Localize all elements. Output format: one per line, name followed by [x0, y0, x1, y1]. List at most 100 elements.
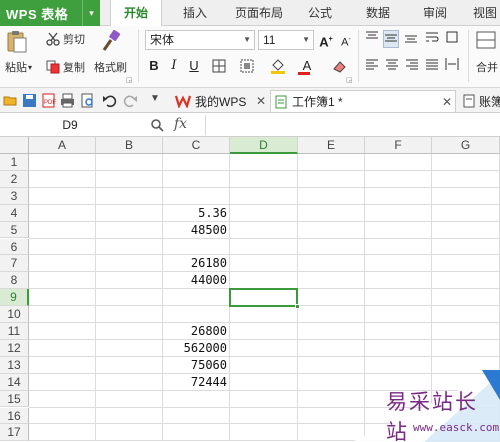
borders-button[interactable] [207, 57, 231, 75]
name-box[interactable]: D9 [0, 115, 140, 135]
close-icon[interactable]: ✕ [442, 95, 452, 109]
row-header-6[interactable]: 6 [0, 238, 29, 256]
select-all-corner[interactable] [0, 137, 29, 154]
align-left-button[interactable] [364, 57, 380, 75]
row-header-12[interactable]: 12 [0, 339, 29, 357]
cell-c8[interactable]: 44000 [163, 272, 230, 289]
italic-button[interactable]: I [166, 57, 182, 75]
justify-button[interactable] [424, 57, 440, 75]
cut-button[interactable]: 剪切 [46, 31, 85, 47]
row-header-1[interactable]: 1 [0, 154, 29, 171]
tab-formulas[interactable]: 公式 [298, 0, 342, 26]
distributed-button[interactable] [444, 57, 460, 75]
print-preview-icon[interactable] [80, 93, 95, 108]
chevron-down-icon: ▼ [243, 35, 251, 44]
paste-menu-button[interactable]: 粘贴 ▾ [5, 59, 32, 75]
column-header-g[interactable]: G [432, 137, 500, 154]
tab-home[interactable]: 开始 [110, 0, 162, 27]
tab-view[interactable]: 视图 [470, 0, 500, 26]
shrink-font-button[interactable]: A- [338, 31, 354, 49]
fx-icon[interactable]: fx [174, 116, 187, 132]
tab-data[interactable]: 数据 [356, 0, 400, 26]
merge-icon-button[interactable] [476, 30, 496, 52]
cell-c12[interactable]: 562000 [163, 340, 230, 357]
row-header-9[interactable]: 9 [0, 289, 29, 307]
underline-button[interactable]: U [186, 57, 202, 75]
pdf-export-icon[interactable]: PDF [41, 93, 56, 108]
open-folder-icon[interactable] [3, 93, 18, 108]
tab-review[interactable]: 审阅 [413, 0, 457, 26]
align-center-icon [386, 59, 398, 70]
row-header-2[interactable]: 2 [0, 170, 29, 188]
wrap-text-button[interactable] [424, 30, 440, 48]
redo-icon[interactable] [123, 93, 138, 108]
fill-handle[interactable] [295, 304, 300, 310]
column-header-c[interactable]: C [163, 137, 230, 154]
clear-format-button[interactable] [327, 57, 351, 75]
cell-c4[interactable]: 5.36 [163, 205, 230, 222]
row-header-5[interactable]: 5 [0, 221, 29, 239]
row-header-4[interactable]: 4 [0, 204, 29, 222]
bold-button[interactable]: B [146, 57, 162, 75]
print-icon[interactable] [60, 93, 75, 108]
cell-style-button[interactable] [235, 57, 259, 75]
row-header-10[interactable]: 10 [0, 306, 29, 323]
doc-tab-workbook1[interactable]: 工作簿1 * ✕ [270, 90, 456, 112]
undo-icon[interactable] [102, 93, 117, 108]
cell-c14[interactable]: 72444 [163, 374, 230, 391]
align-center-button[interactable] [384, 57, 400, 75]
copy-button[interactable]: 复制 [46, 59, 85, 75]
save-icon[interactable] [22, 93, 37, 108]
align-right-icon [406, 59, 418, 70]
column-header-e[interactable]: E [298, 137, 365, 154]
tab-page-layout[interactable]: 页面布局 [228, 0, 290, 26]
app-menu-dropdown-icon[interactable]: ▾ [82, 0, 100, 26]
font-color-button[interactable]: A [295, 57, 319, 75]
font-dialog-launcher-icon[interactable]: ◲ [346, 76, 353, 84]
format-painter-label: 格式刷 [94, 62, 127, 74]
row-header-17[interactable]: 17 [0, 424, 29, 442]
row-header-16[interactable]: 16 [0, 407, 29, 425]
cell-c11[interactable]: 26800 [163, 323, 230, 340]
format-painter-button[interactable]: 格式刷 [94, 59, 127, 75]
align-right-button[interactable] [404, 57, 420, 75]
gridline-vertical [162, 154, 163, 442]
cell-c13[interactable]: 75060 [163, 357, 230, 374]
row-header-7[interactable]: 7 [0, 255, 29, 273]
align-top-button[interactable] [364, 30, 380, 48]
close-icon[interactable]: ✕ [256, 94, 266, 108]
customize-quick-access-icon[interactable]: ▼ [150, 93, 160, 104]
formula-input[interactable] [205, 115, 500, 135]
row-header-15[interactable]: 15 [0, 390, 29, 408]
doc-tab-ledger[interactable]: 账簿 [460, 90, 500, 112]
cell-c7[interactable]: 26180 [163, 255, 230, 272]
row-header-8[interactable]: 8 [0, 272, 29, 290]
align-middle-button[interactable] [383, 30, 399, 48]
paste-dropdown-icon: ▾ [28, 62, 33, 72]
fill-color-button[interactable] [266, 57, 290, 75]
doc-tab-my-wps[interactable]: 我的WPS ✕ [172, 90, 270, 112]
row-header-13[interactable]: 13 [0, 356, 29, 374]
app-logo[interactable]: WPS 表格 [0, 4, 82, 23]
align-bottom-button[interactable] [403, 30, 419, 48]
paste-button[interactable] [6, 30, 28, 54]
cell-c5[interactable]: 48500 [163, 222, 230, 239]
row-header-14[interactable]: 14 [0, 373, 29, 391]
grow-font-button[interactable]: A+ [318, 31, 334, 49]
row-header-11[interactable]: 11 [0, 323, 29, 340]
font-size-combo[interactable]: 11 ▼ [258, 30, 314, 50]
clipboard-dialog-launcher-icon[interactable]: ◲ [126, 76, 133, 84]
row-header-3[interactable]: 3 [0, 187, 29, 205]
active-cell-cursor[interactable] [229, 288, 298, 308]
column-header-f[interactable]: F [365, 137, 432, 154]
column-header-a[interactable]: A [29, 137, 96, 154]
zoom-search-icon[interactable] [150, 118, 164, 132]
column-header-d[interactable]: D [230, 137, 298, 154]
format-painter-icon-button[interactable] [100, 30, 122, 52]
font-name-combo[interactable]: 宋体 ▼ [145, 30, 255, 50]
column-header-b[interactable]: B [96, 137, 163, 154]
orientation-button[interactable] [444, 30, 460, 48]
app-menu-button[interactable]: WPS 表格 ▾ [0, 0, 100, 26]
tab-insert[interactable]: 插入 [170, 0, 220, 26]
merge-button[interactable]: 合并 [476, 59, 498, 75]
